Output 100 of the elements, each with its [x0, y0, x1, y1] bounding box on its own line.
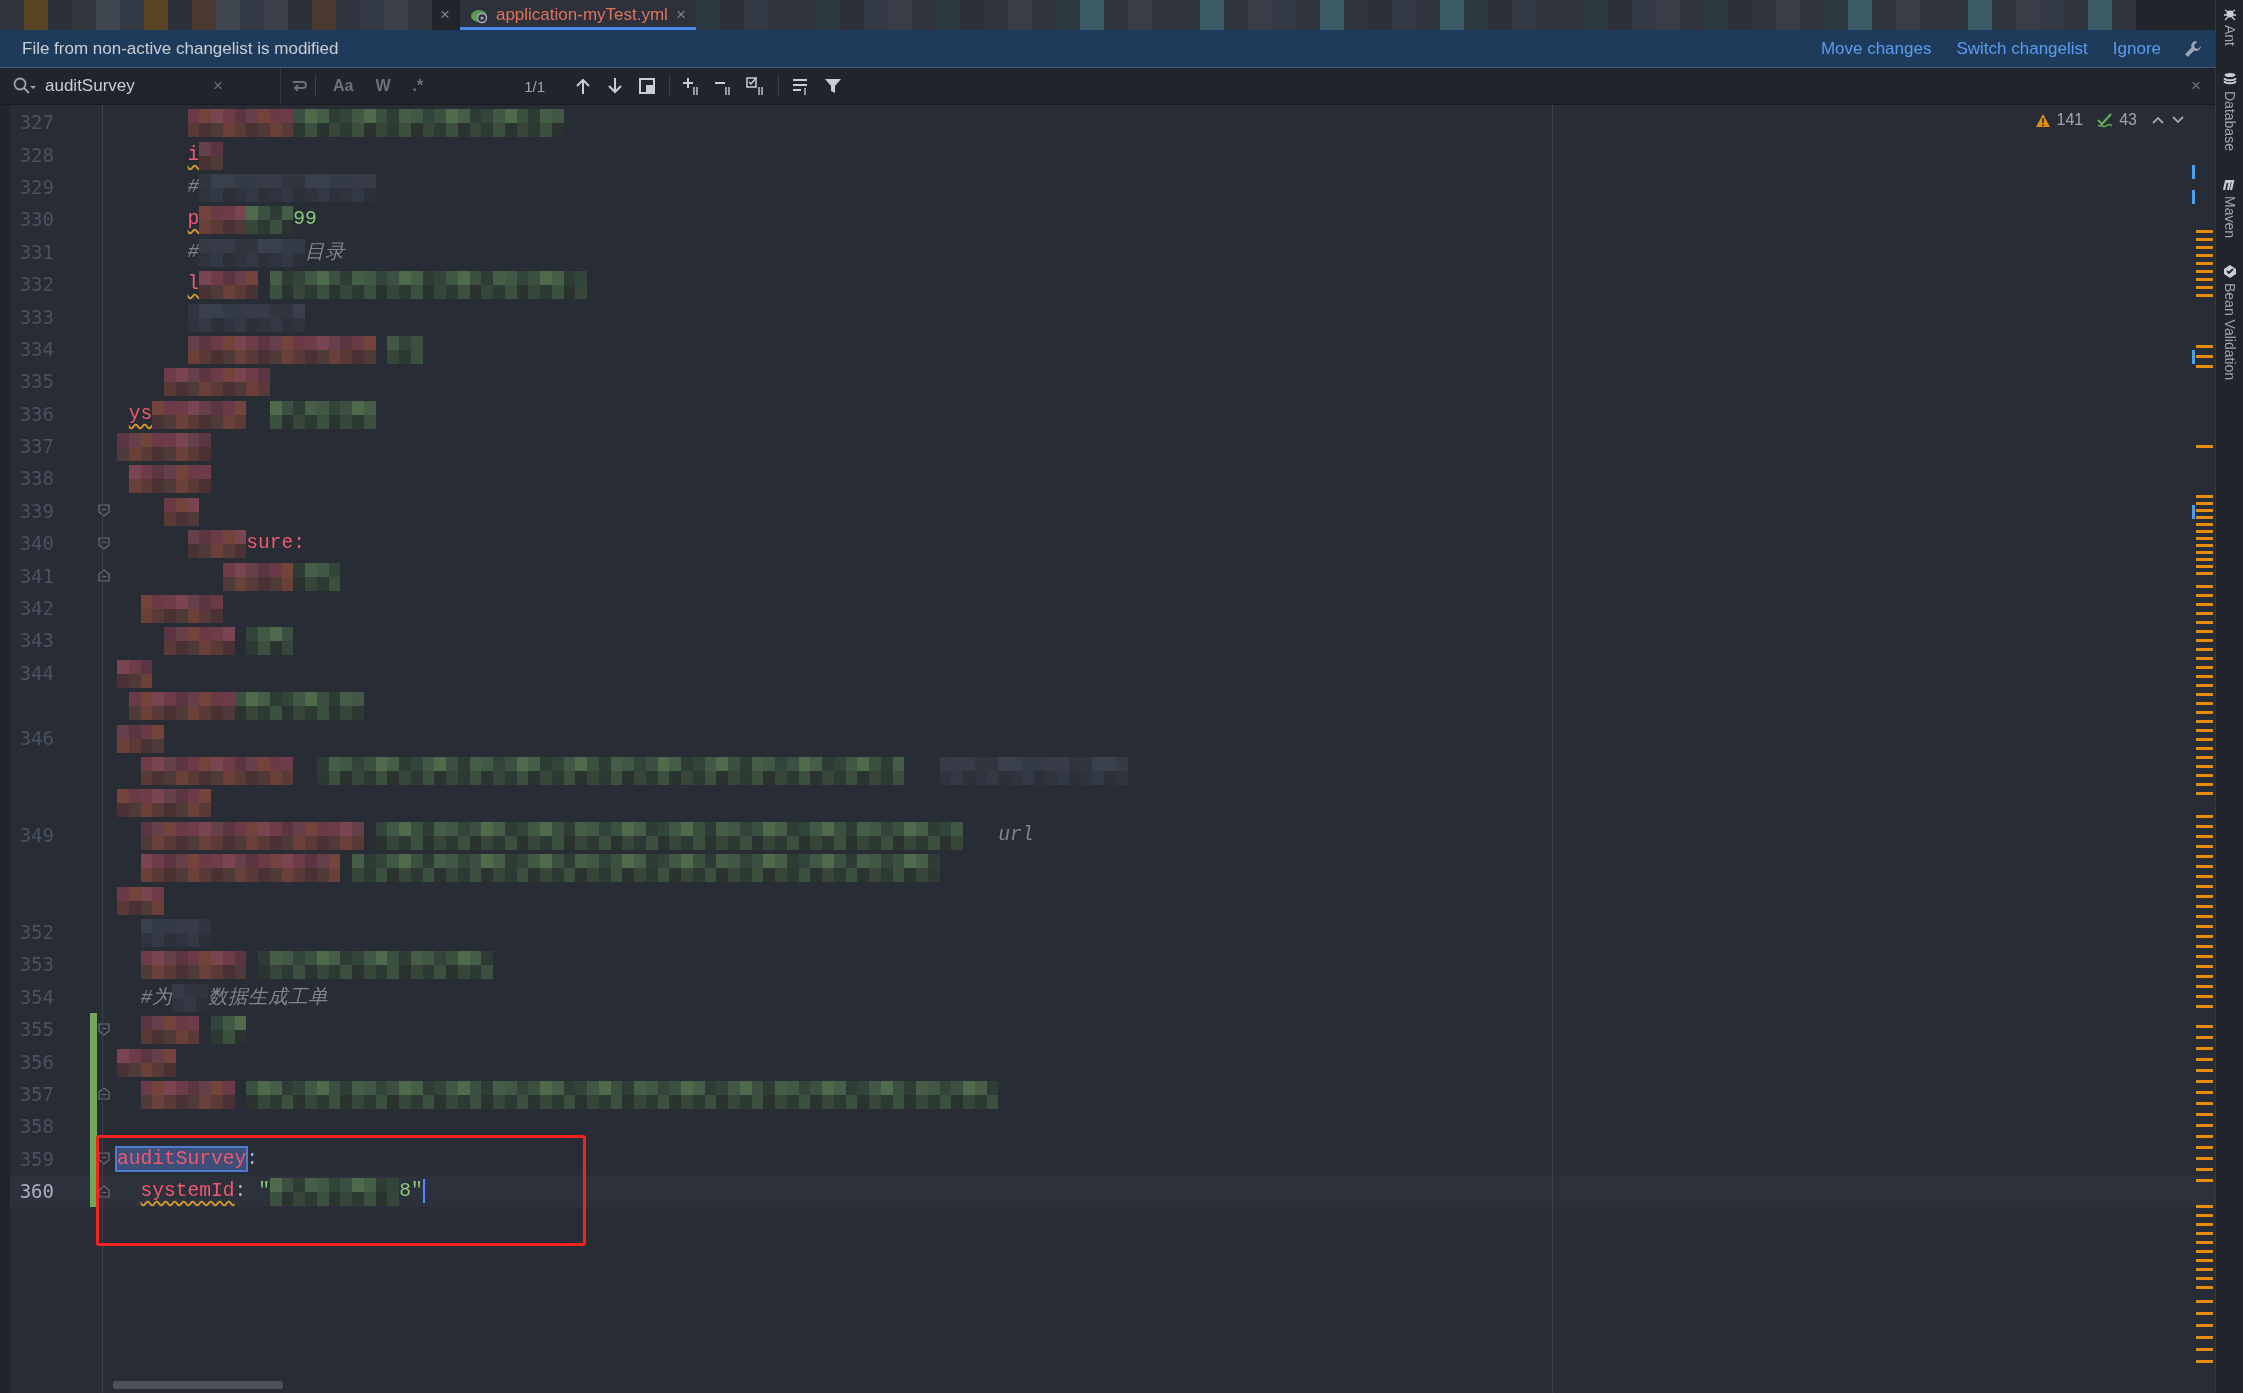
warning-stripe-mark[interactable]	[2196, 815, 2213, 818]
warning-stripe-mark[interactable]	[2196, 1058, 2213, 1061]
warning-stripe-mark[interactable]	[2196, 702, 2213, 705]
warning-stripe-mark[interactable]	[2196, 915, 2213, 918]
warning-stripe-mark[interactable]	[2196, 1336, 2213, 1339]
warning-stripe-mark[interactable]	[2196, 1277, 2213, 1280]
warning-stripe-mark[interactable]	[2196, 502, 2213, 505]
warning-stripe-mark[interactable]	[2196, 1259, 2213, 1262]
warning-stripe-mark[interactable]	[2196, 345, 2213, 348]
change-stripe-mark[interactable]	[2192, 165, 2195, 179]
warning-stripe-mark[interactable]	[2196, 1113, 2213, 1116]
warning-stripe-mark[interactable]	[2196, 1241, 2213, 1244]
warning-stripe-mark[interactable]	[2196, 1102, 2213, 1105]
warning-stripe-mark[interactable]	[2196, 925, 2213, 928]
warning-stripe-mark[interactable]	[2196, 1312, 2213, 1315]
warning-stripe-mark[interactable]	[2196, 895, 2213, 898]
editor-tab[interactable]: ×	[0, 0, 460, 30]
editor-tab[interactable]: application-myTest.yml ×	[459, 0, 696, 30]
warning-stripe-mark[interactable]	[2196, 1286, 2213, 1289]
warning-stripe-mark[interactable]	[2196, 885, 2213, 888]
warning-stripe-mark[interactable]	[2196, 1223, 2213, 1226]
warning-stripe-mark[interactable]	[2196, 530, 2213, 533]
warning-stripe-mark[interactable]	[2196, 995, 2213, 998]
warning-stripe-mark[interactable]	[2196, 509, 2213, 512]
close-icon[interactable]: ×	[675, 5, 686, 25]
chevron-down-icon[interactable]	[2171, 114, 2185, 126]
warning-stripe-mark[interactable]	[2196, 537, 2213, 540]
search-option-toggle[interactable]: W	[373, 75, 393, 97]
warning-stripe-mark[interactable]	[2196, 1268, 2213, 1271]
warning-stripe-mark[interactable]	[2196, 1360, 2213, 1363]
warning-stripe-mark[interactable]	[2196, 720, 2213, 723]
warning-stripe-mark[interactable]	[2196, 1124, 2213, 1127]
banner-link[interactable]: Ignore	[2112, 38, 2161, 59]
warning-stripe-mark[interactable]	[2196, 1250, 2213, 1253]
close-icon[interactable]: ×	[440, 5, 450, 25]
warning-stripe-mark[interactable]	[2196, 558, 2213, 561]
warning-stripe-mark[interactable]	[2196, 1047, 2213, 1050]
warning-stripe-mark[interactable]	[2196, 835, 2213, 838]
warning-stripe-mark[interactable]	[2196, 544, 2213, 547]
warning-stripe-mark[interactable]	[2196, 975, 2213, 978]
warning-stripe-mark[interactable]	[2196, 262, 2213, 265]
warning-stripe-mark[interactable]	[2196, 572, 2213, 575]
warning-stripe-mark[interactable]	[2196, 1025, 2213, 1028]
warning-stripe-mark[interactable]	[2196, 1348, 2213, 1351]
warning-stripe-mark[interactable]	[2196, 270, 2213, 273]
warning-stripe-mark[interactable]	[2196, 729, 2213, 732]
warning-stripe-mark[interactable]	[2196, 603, 2213, 606]
warning-stripe-mark[interactable]	[2196, 355, 2213, 358]
warning-stripe-mark[interactable]	[2196, 738, 2213, 741]
warning-stripe-mark[interactable]	[2196, 286, 2213, 289]
change-marker[interactable]	[90, 1012, 97, 1046]
fold-icon[interactable]	[97, 1086, 111, 1102]
warning-stripe-mark[interactable]	[2196, 1069, 2213, 1072]
warning-stripe-mark[interactable]	[2196, 1157, 2213, 1160]
search-icon[interactable]	[12, 76, 37, 96]
warning-stripe-mark[interactable]	[2196, 585, 2213, 588]
change-stripe-mark[interactable]	[2192, 505, 2195, 519]
warning-stripe-mark[interactable]	[2196, 516, 2213, 519]
warning-stripe-mark[interactable]	[2196, 1168, 2213, 1171]
warning-stripe-mark[interactable]	[2196, 1179, 2213, 1182]
banner-link[interactable]: Switch changelist	[1956, 38, 2088, 59]
warning-stripe-mark[interactable]	[2196, 621, 2213, 624]
warning-stripe-mark[interactable]	[2196, 648, 2213, 651]
warning-icon[interactable]	[2034, 112, 2051, 128]
warning-count[interactable]: 141	[2056, 111, 2084, 129]
search-option-toggle[interactable]: .*	[410, 75, 426, 97]
warning-stripe-mark[interactable]	[2196, 630, 2213, 633]
wrench-icon[interactable]	[2183, 38, 2203, 59]
warning-stripe-mark[interactable]	[2196, 1146, 2213, 1149]
tool-window-button[interactable]: Database	[2221, 72, 2238, 151]
chevron-up-icon[interactable]	[2151, 114, 2165, 126]
search-field[interactable]: auditSurvey ×	[0, 68, 281, 104]
warning-stripe-mark[interactable]	[2196, 675, 2213, 678]
warning-stripe-mark[interactable]	[2196, 792, 2213, 795]
warning-stripe-mark[interactable]	[2196, 230, 2213, 233]
warning-stripe-mark[interactable]	[2196, 1205, 2213, 1208]
change-stripe-mark[interactable]	[2192, 190, 2195, 204]
warning-stripe-mark[interactable]	[2196, 945, 2213, 948]
warning-stripe-mark[interactable]	[2196, 756, 2213, 759]
fold-icon[interactable]	[97, 535, 111, 551]
warning-stripe-mark[interactable]	[2196, 965, 2213, 968]
tool-window-button[interactable]: Ant	[2221, 6, 2238, 46]
warning-stripe-mark[interactable]	[2196, 955, 2213, 958]
warning-stripe-mark[interactable]	[2196, 495, 2213, 498]
square-icon[interactable]	[637, 76, 658, 96]
warning-stripe-mark[interactable]	[2196, 875, 2213, 878]
warning-stripe-mark[interactable]	[2196, 845, 2213, 848]
warning-stripe-mark[interactable]	[2196, 765, 2213, 768]
warning-stripe-mark[interactable]	[2196, 278, 2213, 281]
warning-stripe-mark[interactable]	[2196, 855, 2213, 858]
warning-stripe-mark[interactable]	[2196, 1036, 2213, 1039]
warning-stripe-mark[interactable]	[2196, 565, 2213, 568]
close-icon[interactable]: ×	[2191, 76, 2201, 96]
warning-stripe-mark[interactable]	[2196, 774, 2213, 777]
warning-stripe-mark[interactable]	[2196, 365, 2213, 368]
warning-stripe-mark[interactable]	[2196, 551, 2213, 554]
warning-stripe-mark[interactable]	[2196, 246, 2213, 249]
warning-stripe-mark[interactable]	[2196, 1135, 2213, 1138]
warning-stripe-mark[interactable]	[2196, 684, 2213, 687]
check-icon[interactable]	[2097, 112, 2114, 128]
